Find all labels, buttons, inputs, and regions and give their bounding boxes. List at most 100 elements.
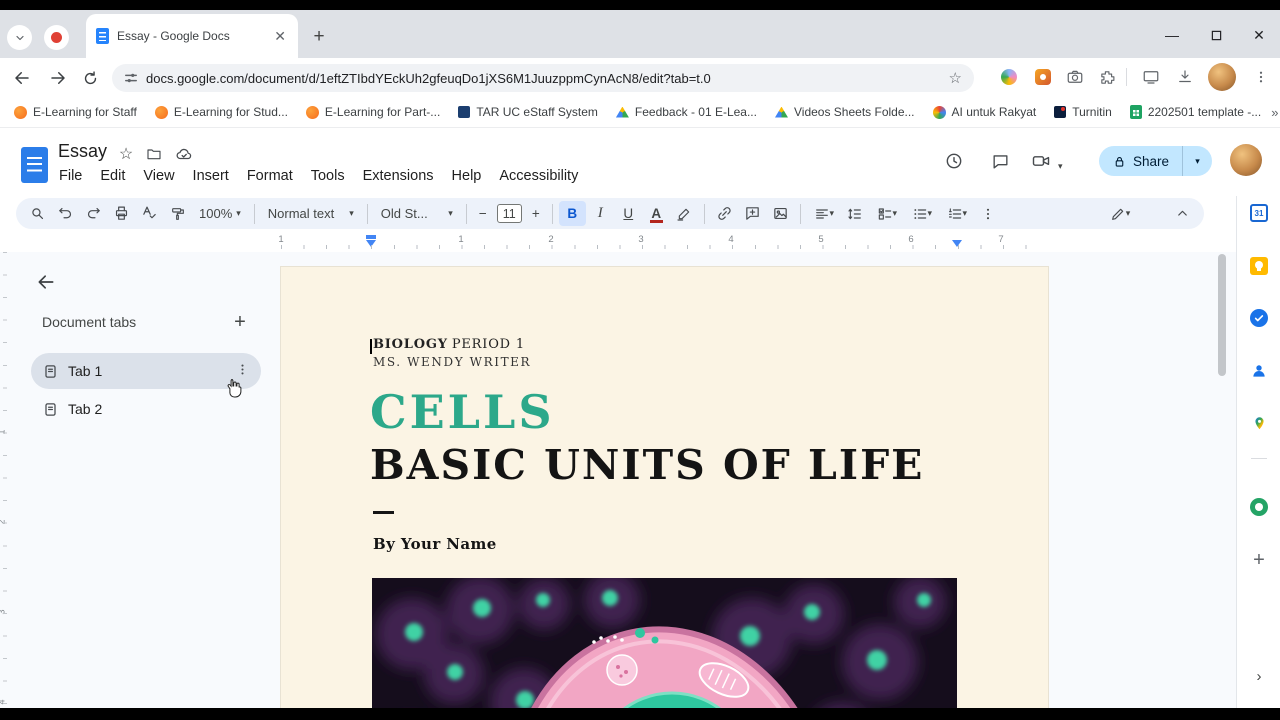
text-color-button[interactable]: A (643, 201, 670, 226)
font-family-select[interactable]: Old St... ▾ (374, 206, 460, 221)
menu-item-view[interactable]: View (134, 166, 183, 186)
add-comment-button[interactable] (739, 201, 766, 226)
get-addons-plus-button[interactable]: + (1249, 549, 1269, 571)
comments-icon[interactable] (987, 148, 1013, 174)
bookmark-item[interactable]: E-Learning for Part-... (298, 102, 448, 122)
cast-icon[interactable] (1140, 66, 1162, 88)
horizontal-ruler[interactable]: 1 1 2 3 4 5 6 7 (278, 233, 1048, 251)
numbered-list-button[interactable]: ▾ (940, 201, 974, 226)
bookmark-item[interactable]: E-Learning for Staff (6, 102, 145, 122)
extension-colorful-icon[interactable] (998, 66, 1020, 88)
document-status-cloud-icon[interactable] (174, 144, 194, 164)
account-avatar[interactable] (1230, 144, 1262, 176)
tab-options-kebab-icon[interactable] (236, 363, 249, 379)
share-button[interactable]: Share (1099, 146, 1183, 176)
version-history-icon[interactable] (941, 148, 967, 174)
menu-item-format[interactable]: Format (238, 166, 302, 186)
bookmark-item[interactable]: TAR UC eStaff System (450, 102, 606, 122)
site-settings-icon[interactable] (124, 71, 138, 85)
redo-button[interactable] (80, 201, 107, 226)
browser-tab-active[interactable]: Essay - Google Docs ✕ (86, 14, 298, 58)
browser-menu-kebab-icon[interactable] (1250, 66, 1272, 88)
paint-format-button[interactable] (164, 201, 191, 226)
tasks-icon[interactable] (1249, 308, 1269, 328)
bookmark-item[interactable]: Videos Sheets Folde... (767, 102, 923, 122)
address-bar[interactable]: docs.google.com/document/d/1eftZTIbdYEck… (112, 64, 974, 92)
insert-image-button[interactable] (767, 201, 794, 226)
addon-icon[interactable] (1249, 497, 1269, 517)
line-spacing-button[interactable] (842, 201, 869, 226)
forward-button[interactable] (46, 66, 70, 90)
bookmark-item[interactable]: Turnitin (1046, 102, 1120, 122)
sheets-favicon-icon (1129, 105, 1142, 119)
checklist-button[interactable]: ▾ (870, 201, 904, 226)
keep-notes-icon[interactable] (1249, 256, 1269, 276)
tab-search-button[interactable] (7, 25, 32, 50)
document-page[interactable]: BIOLOGY PERIOD 1 MS. WENDY WRITER CELLS B… (281, 267, 1048, 708)
bookmarks-overflow-icon[interactable]: » (1271, 105, 1278, 120)
vertical-scrollbar-thumb[interactable] (1218, 254, 1226, 376)
collapse-toolbar-chevron-icon[interactable] (1169, 201, 1196, 226)
menu-item-accessibility[interactable]: Accessibility (490, 166, 587, 186)
paragraph-style-select[interactable]: Normal text ▾ (261, 206, 361, 221)
screenshot-camera-icon[interactable] (1064, 66, 1086, 88)
maps-icon[interactable] (1249, 413, 1269, 433)
extensions-puzzle-icon[interactable] (1096, 66, 1118, 88)
window-minimize-button[interactable]: — (1159, 24, 1185, 46)
increase-font-size-button[interactable]: + (526, 201, 546, 226)
document-title[interactable]: Essay (58, 141, 107, 162)
meet-video-call-icon[interactable] (1028, 148, 1054, 174)
collapse-rail-chevron-icon[interactable]: › (1249, 666, 1269, 686)
menus-search-button[interactable] (24, 201, 51, 226)
underline-button[interactable]: U (615, 201, 642, 226)
downloads-icon[interactable] (1174, 66, 1196, 88)
calendar-icon[interactable]: 31 (1249, 203, 1269, 223)
window-close-button[interactable]: ✕ (1246, 24, 1272, 46)
align-button[interactable]: ▾ (807, 201, 841, 226)
editing-mode-button[interactable]: ▾ (1100, 201, 1140, 226)
bookmark-star-icon[interactable]: ☆ (949, 69, 962, 87)
right-indent-marker[interactable] (952, 240, 962, 247)
recording-indicator-icon[interactable] (44, 25, 69, 50)
bookmark-item[interactable]: 2202501 template -... (1122, 102, 1269, 122)
window-maximize-button[interactable] (1203, 24, 1229, 46)
back-button[interactable] (10, 66, 34, 90)
insert-link-button[interactable] (711, 201, 738, 226)
menu-item-tools[interactable]: Tools (302, 166, 354, 186)
star-document-icon[interactable]: ☆ (116, 144, 136, 164)
undo-button[interactable] (52, 201, 79, 226)
move-folder-icon[interactable] (144, 144, 164, 164)
italic-button[interactable]: I (587, 201, 614, 226)
toolbar-more-kebab-icon[interactable] (975, 201, 1002, 226)
menu-item-edit[interactable]: Edit (91, 166, 134, 186)
first-line-indent-marker[interactable] (366, 235, 376, 239)
bookmark-item[interactable]: E-Learning for Stud... (147, 102, 296, 122)
menu-item-help[interactable]: Help (443, 166, 491, 186)
tab-close-icon[interactable]: ✕ (272, 28, 288, 45)
google-docs-logo-icon[interactable] (21, 147, 48, 183)
menu-item-insert[interactable]: Insert (184, 166, 238, 186)
spellcheck-button[interactable] (136, 201, 163, 226)
bookmark-item[interactable]: AI untuk Rakyat (925, 102, 1045, 122)
bold-button[interactable]: B (558, 201, 586, 226)
menu-item-extensions[interactable]: Extensions (354, 166, 443, 186)
zoom-select[interactable]: 100% ▾ (192, 206, 248, 221)
reload-button[interactable] (78, 66, 102, 90)
add-tab-button[interactable]: + (228, 310, 252, 334)
share-dropdown-caret[interactable]: ▾ (1182, 146, 1213, 176)
bulleted-list-button[interactable]: ▾ (905, 201, 939, 226)
print-button[interactable] (108, 201, 135, 226)
vertical-ruler[interactable]: 1 2 3 4 (0, 252, 11, 708)
menu-item-file[interactable]: File (50, 166, 91, 186)
font-size-input[interactable]: 11 (496, 204, 522, 223)
meet-dropdown-caret-icon[interactable]: ▾ (1058, 156, 1063, 174)
bookmark-item[interactable]: Feedback - 01 E-Lea... (608, 102, 765, 122)
extension-orange-icon[interactable] (1032, 66, 1054, 88)
decrease-font-size-button[interactable]: − (473, 201, 493, 226)
new-tab-button[interactable]: + (306, 24, 332, 50)
left-indent-marker[interactable] (366, 240, 376, 247)
highlight-color-button[interactable] (671, 201, 698, 226)
hide-tabs-panel-back-arrow[interactable] (34, 270, 58, 294)
contacts-icon[interactable] (1249, 361, 1269, 381)
profile-avatar[interactable] (1208, 63, 1236, 91)
